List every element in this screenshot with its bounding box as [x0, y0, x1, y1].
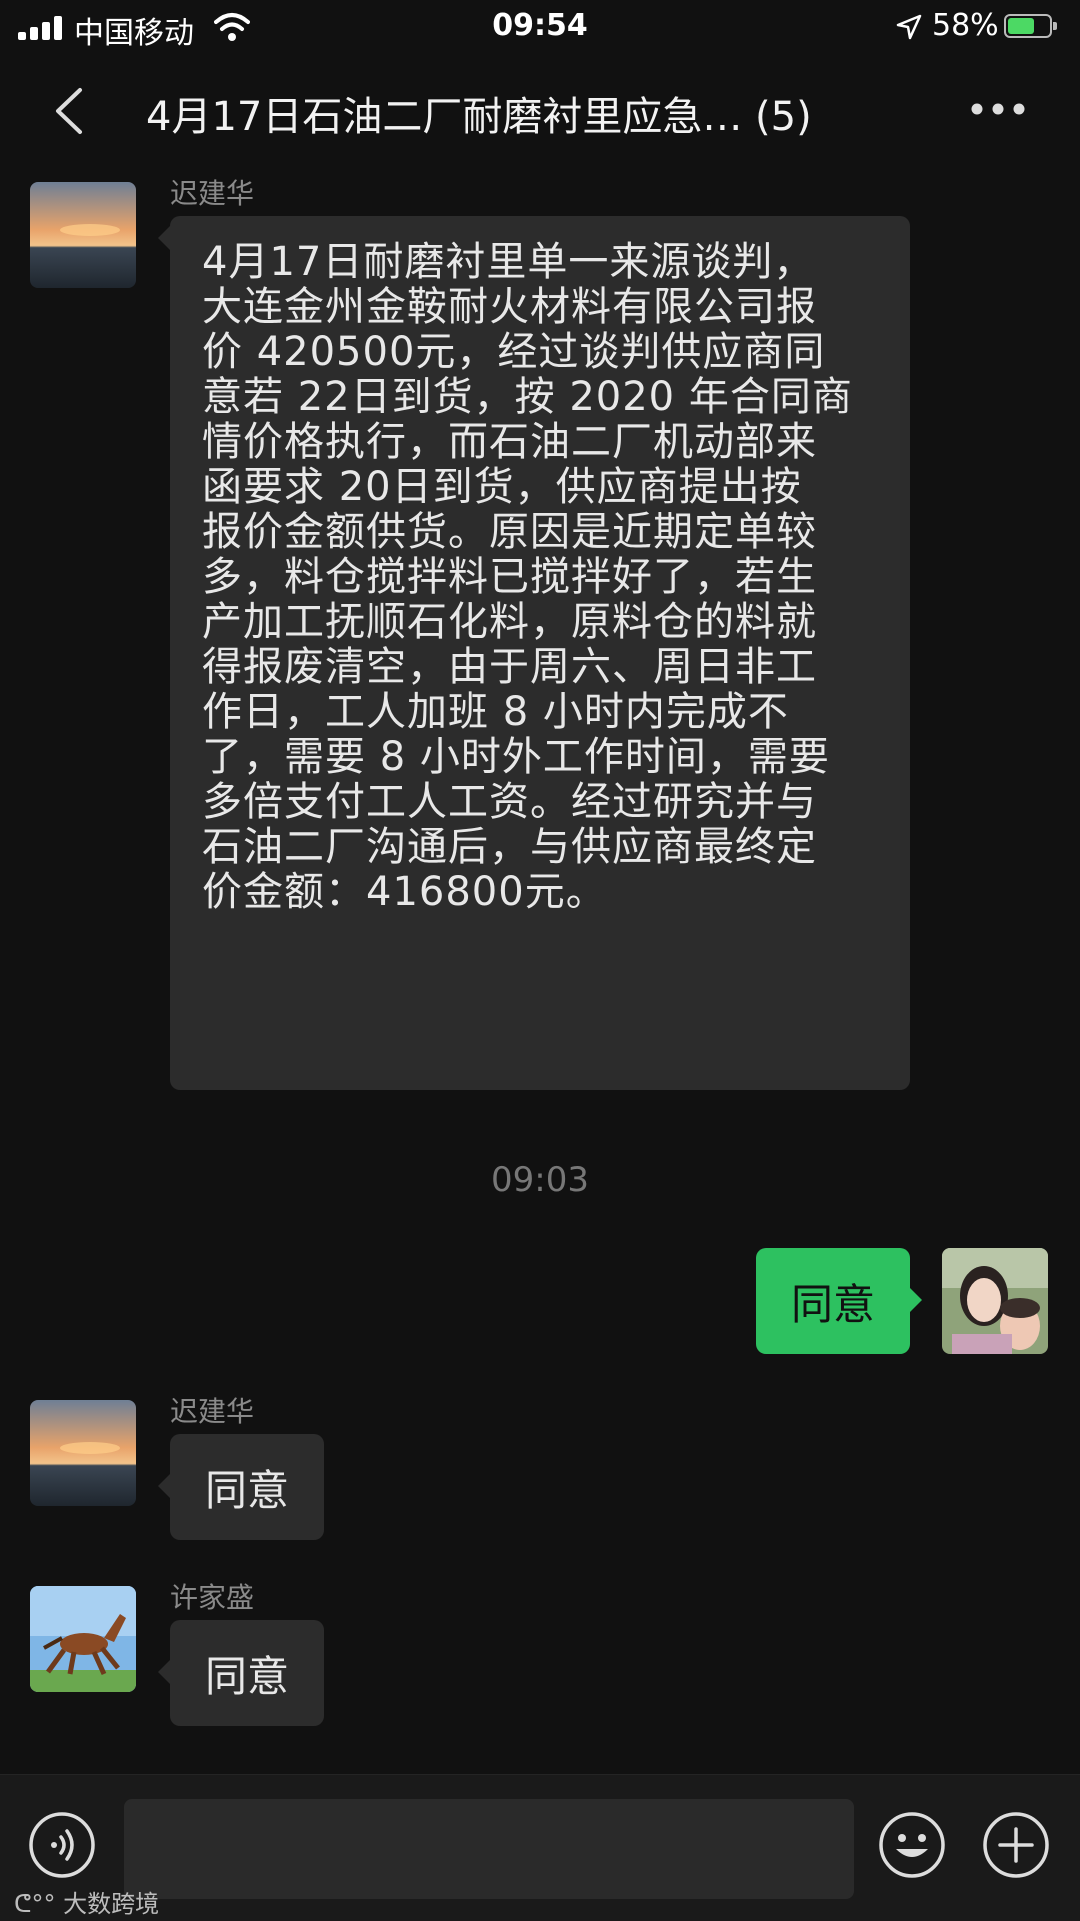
- avatar[interactable]: [30, 1400, 136, 1506]
- back-chevron-icon[interactable]: [50, 86, 90, 136]
- bubble-tail: [910, 1288, 922, 1312]
- bubble-tail: [158, 1474, 170, 1498]
- watermark: ᕦ°° 大数跨境: [14, 1884, 159, 1919]
- avatar[interactable]: [30, 1586, 136, 1692]
- message-bubble[interactable]: 4月17日耐磨衬里单一来源谈判， 大连金州金鞍耐火材料有限公司报 价 42050…: [170, 216, 910, 1090]
- self-message-bubble[interactable]: 同意: [756, 1248, 910, 1354]
- more-dots-icon[interactable]: [970, 102, 1026, 116]
- status-bar: 中国移动 09:54 58%: [0, 0, 1080, 54]
- battery-icon: [1004, 14, 1057, 38]
- self-avatar[interactable]: [942, 1248, 1048, 1354]
- message-timestamp: 09:03: [491, 1160, 589, 1200]
- chat-header: 4月17日石油二厂耐磨衬里应急… (5): [0, 54, 1080, 164]
- chat-title: 4月17日石油二厂耐磨衬里应急… (5): [146, 94, 812, 140]
- plus-icon[interactable]: [982, 1811, 1050, 1879]
- emoji-icon[interactable]: [878, 1811, 946, 1879]
- voice-icon[interactable]: [28, 1811, 96, 1879]
- battery-percent: 58%: [932, 8, 999, 43]
- location-icon: [896, 14, 922, 40]
- bubble-tail: [158, 226, 170, 250]
- sender-name: 迟建华: [170, 177, 255, 210]
- bubble-tail: [158, 1660, 170, 1684]
- avatar[interactable]: [30, 182, 136, 288]
- sender-name: 迟建华: [170, 1395, 255, 1428]
- message-input[interactable]: [124, 1799, 854, 1899]
- watermark-logo-icon: ᕦ°°: [14, 1890, 64, 1918]
- message-bubble[interactable]: 同意: [170, 1434, 324, 1540]
- input-bar: [0, 1774, 1080, 1921]
- watermark-text: 大数跨境: [63, 1890, 160, 1918]
- message-bubble[interactable]: 同意: [170, 1620, 324, 1726]
- sender-name: 许家盛: [170, 1581, 255, 1614]
